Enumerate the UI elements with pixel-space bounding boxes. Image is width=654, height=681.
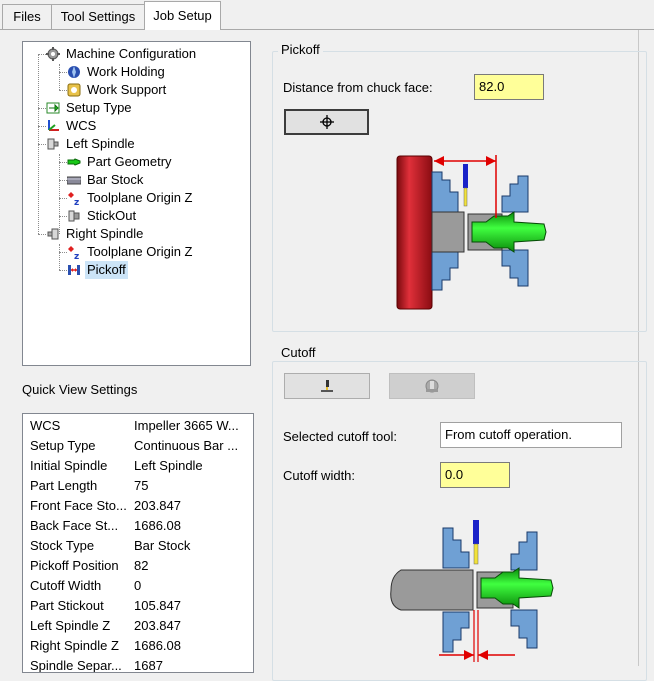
toolplane-origin-icon: z	[68, 246, 79, 259]
cutoff-tool-insert-shape	[473, 543, 479, 565]
select-position-button[interactable]	[284, 109, 369, 135]
pickoff-diagram	[396, 155, 547, 310]
bar-stock-shape	[390, 569, 474, 611]
spindle-icon	[47, 138, 59, 150]
tab-tool-settings[interactable]: Tool Settings	[51, 4, 145, 29]
pickoff-group-title: Pickoff	[278, 42, 323, 57]
quick-view-row[interactable]: WCS Impeller 3665 W...	[23, 416, 253, 436]
distance-label: Distance from chuck face:	[283, 80, 433, 95]
quick-view-row[interactable]: Pickoff Position 82	[23, 556, 253, 576]
tab-files[interactable]: Files	[2, 4, 52, 29]
cutoff-tool-icon	[321, 380, 333, 392]
quick-view-row[interactable]: Initial Spindle Left Spindle	[23, 456, 253, 476]
quick-view-row[interactable]: Part Stickout 105.847	[23, 596, 253, 616]
svg-text:z: z	[74, 252, 79, 259]
spindle-icon	[47, 228, 59, 240]
crosshair-icon	[319, 115, 334, 129]
pickoff-icon	[68, 265, 80, 275]
quick-view-row[interactable]: Front Face Sto... 203.847	[23, 496, 253, 516]
tab-job-setup[interactable]: Job Setup	[144, 1, 221, 30]
quick-view-title: Quick View Settings	[22, 382, 138, 397]
svg-text:z: z	[74, 198, 79, 205]
cutoff-arrow-right	[478, 650, 488, 660]
cutoff-width-label: Cutoff width:	[283, 468, 356, 483]
quick-view-row[interactable]: Stock Type Bar Stock	[23, 536, 253, 556]
distance-arrow-right	[486, 156, 496, 166]
chuck-shape	[396, 155, 433, 310]
quick-view-row[interactable]: Left Spindle Z 203.847	[23, 616, 253, 636]
toolplane-origin-icon: z	[68, 192, 79, 205]
work-holding-icon	[68, 66, 80, 78]
tool-holder-shape	[463, 164, 468, 188]
quick-view-row[interactable]: Back Face St... 1686.08	[23, 516, 253, 536]
cutoff-group-title: Cutoff	[278, 345, 319, 360]
cutoff-arrow-left	[464, 650, 474, 660]
quick-view-row[interactable]: Spindle Separ... 1687	[23, 656, 253, 672]
tool-insert-shape	[463, 187, 468, 207]
wcs-axes-icon	[48, 120, 59, 131]
stickout-icon	[68, 210, 80, 222]
selected-tool-label: Selected cutoff tool:	[283, 429, 397, 444]
distance-arrow-left	[434, 156, 444, 166]
job-setup-tree[interactable]: Machine Configuration Work Holding Work …	[22, 41, 251, 366]
work-support-icon	[67, 83, 81, 97]
bar-stock-icon	[67, 176, 81, 185]
distance-input[interactable]: 82.0	[474, 74, 544, 100]
cutoff-tool-button[interactable]	[284, 373, 370, 399]
quick-view-row[interactable]: Cutoff Width 0	[23, 576, 253, 596]
cutoff-width-input[interactable]: 0.0	[440, 462, 510, 488]
gear-icon	[46, 47, 60, 61]
setup-type-icon	[46, 102, 60, 114]
quick-view-row[interactable]: Right Spindle Z 1686.08	[23, 636, 253, 656]
tool-select-icon	[425, 379, 439, 393]
cutoff-tool-holder-shape	[473, 520, 479, 544]
bar-stock-shape	[431, 211, 465, 253]
selected-tool-field: From cutoff operation.	[440, 422, 622, 448]
part-geometry-icon	[67, 158, 81, 166]
cutoff-diagram	[390, 520, 554, 662]
select-tool-button[interactable]	[389, 373, 475, 399]
quick-view-row[interactable]: Part Length 75	[23, 476, 253, 496]
quick-view-row[interactable]: Setup Type Continuous Bar ...	[23, 436, 253, 456]
quick-view-list[interactable]: WCS Impeller 3665 W... Setup Type Continuo…	[22, 413, 254, 673]
tab-bar: Files Tool Settings Job Setup	[0, 0, 654, 30]
